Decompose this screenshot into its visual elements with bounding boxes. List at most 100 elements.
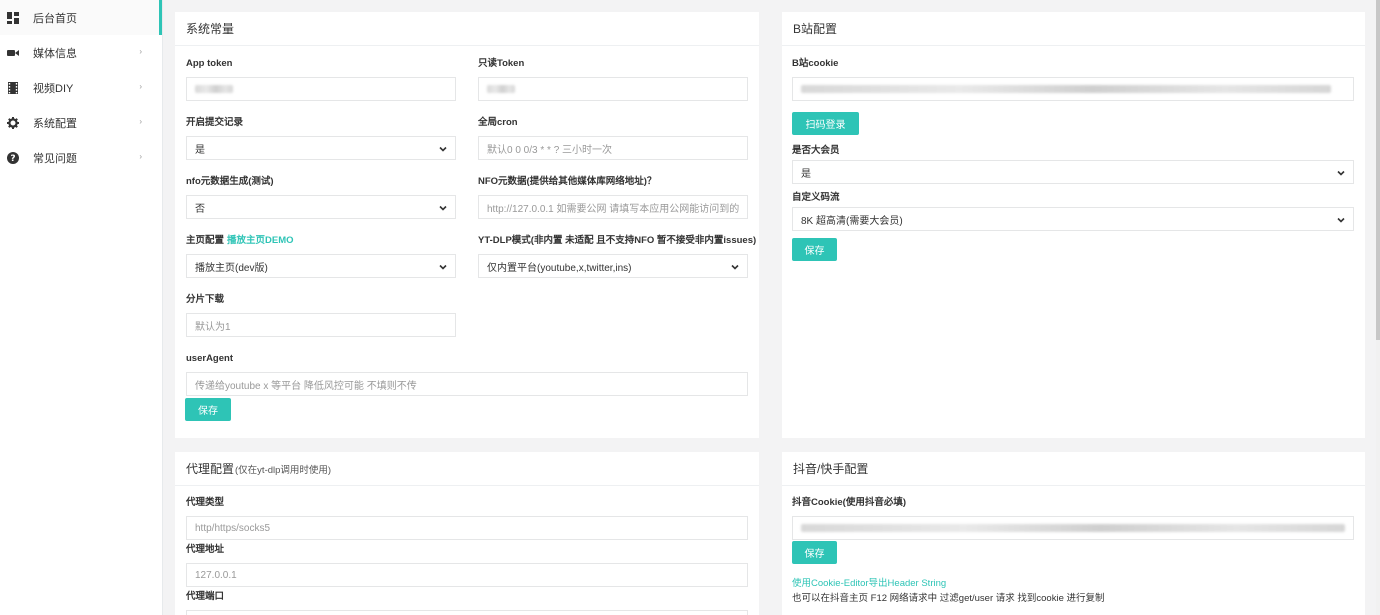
scrollbar-thumb[interactable]: [1376, 0, 1380, 340]
field-label: 全局cron: [478, 117, 518, 128]
film-icon: [6, 81, 20, 95]
chevron-down-icon: [1337, 170, 1345, 176]
nfo-generate-select[interactable]: 否: [186, 195, 456, 219]
select-value: 播放主页(dev版): [195, 262, 268, 274]
proxy-port-input[interactable]: [186, 610, 748, 615]
sidebar-item-faq[interactable]: ? 常见问题 ›: [0, 140, 162, 175]
chevron-down-icon: [439, 146, 447, 152]
home-demo-link[interactable]: 播放主页DEMO: [227, 235, 294, 246]
readonly-token-input[interactable]: [478, 77, 748, 101]
chunk-download-field: 分片下载 默认为1: [186, 293, 456, 337]
field-label: 主页配置 播放主页DEMO: [186, 234, 456, 248]
user-agent-input[interactable]: 传递给youtube x 等平台 降低风控可能 不填则不传: [186, 372, 748, 396]
video-camera-icon: [6, 46, 20, 60]
stream-field: 自定义码流 8K 超高清(需要大会员): [792, 191, 1354, 231]
chevron-right-icon: ›: [139, 117, 142, 126]
panel-title: 系统常量: [175, 12, 759, 46]
page-scrollbar[interactable]: [1376, 0, 1380, 615]
field-label: 只读Token: [478, 58, 525, 69]
douyin-cookie-field: 抖音Cookie(使用抖音必填): [792, 496, 1354, 540]
submit-log-select[interactable]: 是: [186, 136, 456, 160]
submit-log-field: 开启提交记录 是: [186, 116, 456, 160]
cron-field: 全局cron 默认0 0 0/3 * * ? 三小时一次: [478, 116, 748, 160]
system-save-button[interactable]: 保存: [185, 398, 231, 421]
cookie-help-text: 也可以在抖音主页 F12 网络请求中 过滤get/user 请求 找到cooki…: [792, 593, 1105, 604]
select-value: 8K 超高清(需要大会员): [801, 215, 903, 227]
ytdlp-mode-field: YT-DLP模式(非内置 未适配 且不支持NFO 暂不接受非内置issues) …: [478, 234, 757, 278]
select-value: 是: [195, 144, 205, 156]
cookie-editor-link[interactable]: 使用Cookie-Editor导出Header String: [792, 575, 946, 589]
field-label: userAgent: [186, 353, 233, 364]
question-circle-icon: ?: [6, 151, 20, 165]
app-token-field: App token: [186, 57, 456, 101]
douyin-cookie-input[interactable]: [792, 516, 1354, 540]
chevron-down-icon: [439, 264, 447, 270]
sidebar-item-video-diy[interactable]: 视频DIY ›: [0, 70, 162, 105]
sidebar-item-label: 媒体信息: [33, 47, 77, 60]
chevron-right-icon: ›: [139, 82, 142, 91]
douyin-save-button[interactable]: 保存: [792, 541, 837, 564]
proxy-port-field: 代理端口: [186, 590, 748, 615]
field-label: B站cookie: [792, 58, 839, 69]
proxy-type-input[interactable]: http/https/socks5: [186, 516, 748, 540]
proxy-address-field: 代理地址 127.0.0.1: [186, 543, 748, 587]
bili-save-button[interactable]: 保存: [792, 238, 837, 261]
gear-icon: [6, 116, 20, 130]
nfo-generate-field: nfo元数据生成(测试) 否: [186, 175, 456, 219]
chevron-right-icon: ›: [139, 47, 142, 56]
proxy-type-field: 代理类型 http/https/socks5: [186, 496, 748, 540]
select-value: 是: [801, 168, 811, 180]
chevron-down-icon: [1337, 217, 1345, 223]
dashboard-icon: [6, 11, 20, 25]
svg-text:?: ?: [10, 154, 15, 164]
field-label: NFO元数据(提供给其他媒体库网络地址)？: [478, 176, 657, 187]
home-config-select[interactable]: 播放主页(dev版): [186, 254, 456, 278]
field-label: 抖音Cookie(使用抖音必填): [792, 497, 907, 508]
ytdlp-mode-select[interactable]: 仅内置平台(youtube,x,twitter,ins): [478, 254, 748, 278]
field-label: 代理地址: [186, 544, 225, 555]
bili-cookie-input[interactable]: [792, 77, 1354, 101]
select-value: 仅内置平台(youtube,x,twitter,ins): [487, 262, 632, 274]
bilibili-config-panel: B站配置 B站cookie 扫码登录 是否大会员 是 自定义码流 8K 超高清(…: [782, 12, 1365, 438]
panel-title: B站配置: [782, 12, 1365, 46]
bili-cookie-field: B站cookie: [792, 57, 1354, 101]
sidebar-item-label: 后台首页: [33, 12, 77, 25]
field-label: 代理类型: [186, 497, 225, 508]
sidebar-item-home[interactable]: 后台首页: [0, 0, 162, 35]
douyin-config-panel: 抖音/快手配置 抖音Cookie(使用抖音必填) 保存 使用Cookie-Edi…: [782, 452, 1365, 615]
chevron-down-icon: [731, 264, 739, 270]
sidebar-item-label: 视频DIY: [33, 82, 74, 95]
field-label: YT-DLP模式(非内置 未适配 且不支持NFO 暂不接受非内置issues): [478, 235, 757, 246]
chevron-down-icon: [439, 205, 447, 211]
field-label: 代理端口: [186, 591, 225, 602]
nfo-address-field: NFO元数据(提供给其他媒体库网络地址)？ http://127.0.0.1 如…: [478, 175, 748, 219]
stream-select[interactable]: 8K 超高清(需要大会员): [792, 207, 1354, 231]
nfo-address-input[interactable]: http://127.0.0.1 如需要公网 请填写本应用公网能访问到的: [478, 195, 748, 219]
chunk-download-input[interactable]: 默认为1: [186, 313, 456, 337]
field-label: 分片下载: [186, 294, 225, 305]
panel-title: 抖音/快手配置: [782, 452, 1365, 486]
home-config-field: 主页配置 播放主页DEMO 播放主页(dev版): [186, 234, 456, 278]
field-label: 开启提交记录: [186, 117, 244, 128]
field-label: nfo元数据生成(测试): [186, 176, 274, 187]
proxy-title-note: (仅在yt-dlp调用时使用): [235, 464, 332, 476]
cron-input[interactable]: 默认0 0 0/3 * * ? 三小时一次: [478, 136, 748, 160]
select-value: 否: [195, 203, 205, 215]
scan-login-button[interactable]: 扫码登录: [792, 112, 859, 135]
proxy-config-panel: 代理配置 (仅在yt-dlp调用时使用) 代理类型 http/https/sock…: [175, 452, 759, 615]
proxy-address-input[interactable]: 127.0.0.1: [186, 563, 748, 587]
sidebar-item-system-config[interactable]: 系统配置 ›: [0, 105, 162, 140]
vip-field: 是否大会员 是: [792, 144, 1354, 184]
field-label: 自定义码流: [792, 192, 840, 203]
system-constants-panel: 系统常量 App token 只读Token 开启提交记录 是 全局cron 默…: [175, 12, 759, 438]
sidebar-item-media[interactable]: 媒体信息 ›: [0, 35, 162, 70]
sidebar-item-label: 系统配置: [33, 117, 77, 130]
field-label: App token: [186, 58, 233, 69]
readonly-token-field: 只读Token: [478, 57, 748, 101]
sidebar: 后台首页 媒体信息 › 视频DIY › 系统配置 › ? 常见问题 ›: [0, 0, 163, 615]
app-token-input[interactable]: [186, 77, 456, 101]
proxy-title: 代理配置: [186, 462, 235, 476]
panel-title: 代理配置 (仅在yt-dlp调用时使用): [175, 452, 759, 486]
sidebar-item-label: 常见问题: [33, 152, 77, 165]
vip-select[interactable]: 是: [792, 160, 1354, 184]
